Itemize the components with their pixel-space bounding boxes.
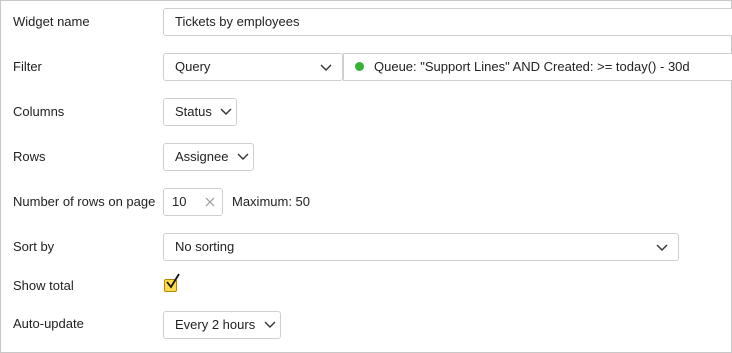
auto-update-value: Every 2 hours [175,317,256,332]
widget-name-label: Widget name [13,14,90,29]
columns-value: Status [175,104,212,119]
rows-per-page-value: 10 [172,194,187,209]
rows-per-page-maximum: Maximum: 50 [232,194,311,209]
filter-type-select[interactable]: Query [163,53,343,81]
rows-select[interactable]: Assignee [163,143,254,171]
widget-name-input[interactable]: Tickets by employees [163,8,732,36]
show-total-label: Show total [13,278,74,293]
chevron-down-icon [264,321,276,328]
rows-per-page-input[interactable]: 10 [163,188,223,216]
status-dot-icon [355,62,364,71]
chevron-down-icon [656,244,668,251]
chevron-down-icon [320,64,332,71]
filter-query-value: Queue: "Support Lines" AND Created: >= t… [374,59,690,74]
filter-label: Filter [13,59,42,74]
clear-icon[interactable] [205,197,215,207]
sort-by-value: No sorting [175,239,235,254]
filter-type-value: Query [175,59,211,74]
auto-update-select[interactable]: Every 2 hours [163,311,281,339]
columns-label: Columns [13,104,65,119]
rows-value: Assignee [175,149,229,164]
checkmark-icon [166,273,180,289]
filter-query-input[interactable]: Queue: "Support Lines" AND Created: >= t… [343,53,732,81]
chevron-down-icon [220,108,232,115]
chevron-down-icon [237,153,249,160]
rows-per-page-label: Number of rows on page [13,194,156,209]
widget-name-value: Tickets by employees [175,14,300,29]
rows-label: Rows [13,149,46,164]
sort-by-select[interactable]: No sorting [163,233,679,261]
sort-by-label: Sort by [13,239,55,254]
auto-update-label: Auto-update [13,316,84,331]
columns-select[interactable]: Status [163,98,237,126]
